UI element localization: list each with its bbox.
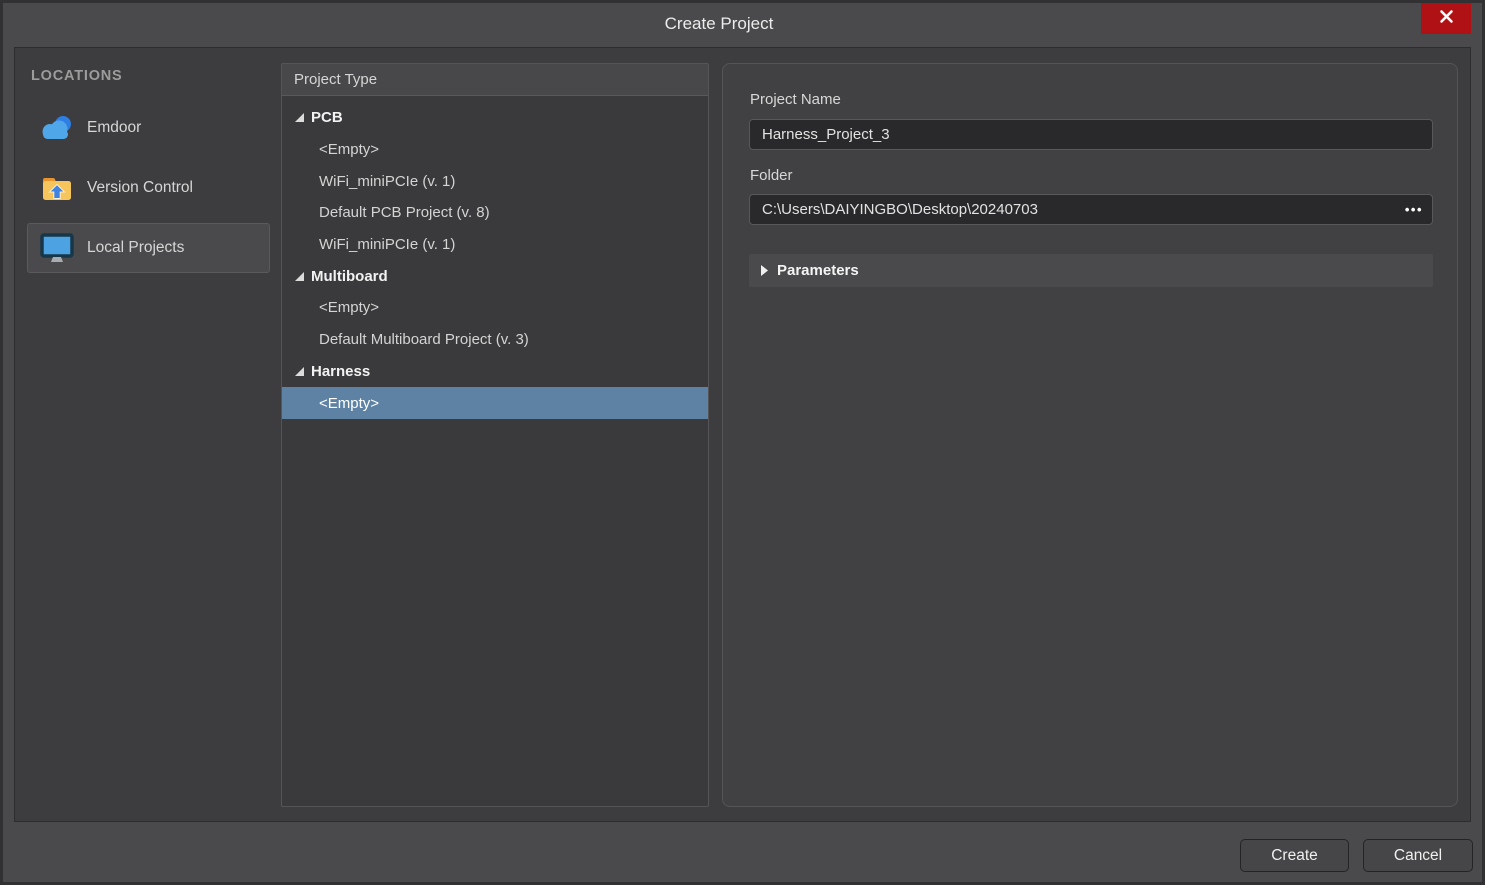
project-type-header: Project Type <box>282 64 708 96</box>
sidebar-item-label: Local Projects <box>87 239 184 257</box>
tree-item-empty[interactable]: <Empty> <box>282 134 708 166</box>
browse-folder-button[interactable]: ••• <box>1405 194 1423 225</box>
sidebar-item-version-control[interactable]: Version Control <box>27 163 270 213</box>
tree-node-label: <Empty> <box>319 395 379 412</box>
cloud-icon <box>40 113 74 143</box>
project-details-panel: Project Name Folder ••• Parameters <box>722 63 1458 807</box>
expanded-triangle-icon <box>295 272 304 281</box>
tree-category-harness[interactable]: Harness <box>282 356 708 388</box>
folder-path-input[interactable] <box>749 194 1433 225</box>
title-bar: Create Project <box>3 3 1482 47</box>
folder-upload-icon <box>40 173 74 203</box>
tree-category-multiboard[interactable]: Multiboard <box>282 260 708 292</box>
expanded-triangle-icon <box>295 113 304 122</box>
tree-item-empty[interactable]: <Empty> <box>282 292 708 324</box>
tree-item-default-pcb-project-v-8[interactable]: Default PCB Project (v. 8) <box>282 197 708 229</box>
sidebar-item-emdoor[interactable]: Emdoor <box>27 103 270 153</box>
chevron-right-icon <box>761 265 768 276</box>
tree-node-label: <Empty> <box>319 141 379 158</box>
tree-node-label: PCB <box>311 109 343 126</box>
create-project-dialog: { "window": { "title": "Create Project" … <box>0 0 1485 885</box>
tree-item-wifi-minipcie-v-1[interactable]: WiFi_miniPCIe (v. 1) <box>282 165 708 197</box>
sidebar-item-label: Emdoor <box>87 119 141 137</box>
locations-heading: LOCATIONS <box>31 68 123 84</box>
dialog-body: LOCATIONS Emdoor Version Control Local Pro… <box>14 47 1471 822</box>
tree-node-label: Multiboard <box>311 268 388 285</box>
project-type-tree: PCB <Empty> WiFi_miniPCIe (v. 1) Default PC… <box>282 96 708 419</box>
tree-node-label: WiFi_miniPCIe (v. 1) <box>319 236 455 253</box>
tree-item-empty[interactable]: <Empty> <box>282 387 708 419</box>
parameters-section-header[interactable]: Parameters <box>749 254 1433 287</box>
dialog-title: Create Project <box>3 14 1435 34</box>
tree-node-label: Harness <box>311 363 370 380</box>
tree-item-wifi-minipcie-v-1[interactable]: WiFi_miniPCIe (v. 1) <box>282 229 708 261</box>
tree-item-default-multiboard-project-v-3[interactable]: Default Multiboard Project (v. 3) <box>282 324 708 356</box>
tree-node-label: Default PCB Project (v. 8) <box>319 204 490 221</box>
tree-category-pcb[interactable]: PCB <box>282 102 708 134</box>
close-button[interactable] <box>1421 3 1471 34</box>
folder-label: Folder <box>750 167 793 184</box>
project-name-input[interactable] <box>749 119 1433 150</box>
folder-field: ••• <box>749 194 1433 225</box>
parameters-label: Parameters <box>777 262 859 279</box>
expanded-triangle-icon <box>295 367 304 376</box>
project-name-field <box>749 119 1433 150</box>
sidebar-item-label: Version Control <box>87 179 193 197</box>
locations-list: Emdoor Version Control Local Projects <box>27 103 270 283</box>
tree-node-label: WiFi_miniPCIe (v. 1) <box>319 173 455 190</box>
cancel-button[interactable]: Cancel <box>1363 839 1473 872</box>
close-icon <box>1439 9 1454 29</box>
sidebar-item-local-projects[interactable]: Local Projects <box>27 223 270 273</box>
tree-node-label: Default Multiboard Project (v. 3) <box>319 331 529 348</box>
create-button[interactable]: Create <box>1240 839 1349 872</box>
project-name-label: Project Name <box>750 91 841 108</box>
project-type-panel: Project Type PCB <Empty> WiFi_miniPCIe (v.… <box>281 63 709 807</box>
monitor-icon <box>40 233 74 263</box>
tree-node-label: <Empty> <box>319 299 379 316</box>
